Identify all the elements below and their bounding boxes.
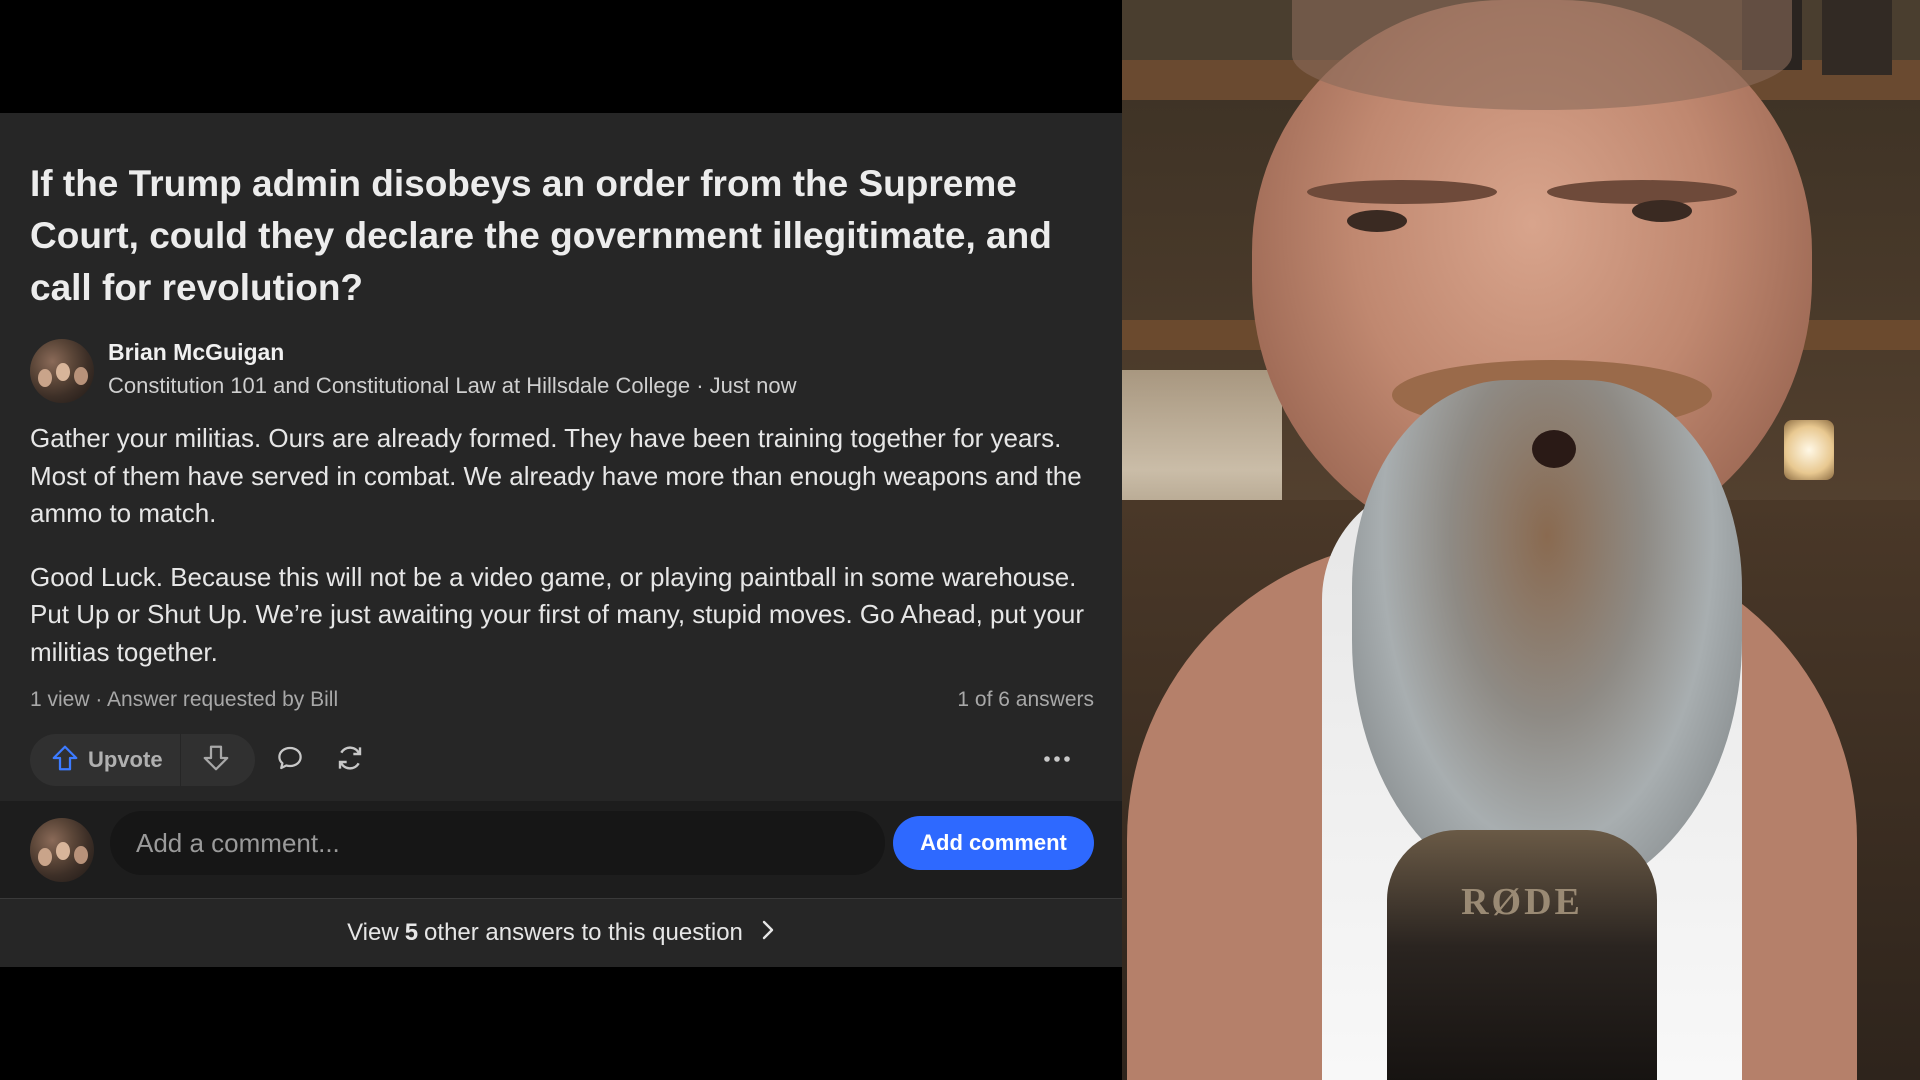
view-others-suffix: other answers to this question [424, 919, 743, 946]
person-brow [1307, 180, 1497, 204]
microphone-brand: RØDE [1461, 881, 1583, 923]
wall-lamp [1784, 420, 1834, 480]
action-bar: Upvote [30, 734, 1095, 786]
author-name[interactable]: Brian McGuigan [108, 339, 284, 366]
person-eye [1632, 200, 1692, 222]
person-eye [1347, 210, 1407, 232]
upvote-label: Upvote [88, 747, 163, 772]
upvote-button[interactable]: Upvote [30, 734, 180, 786]
answer-paragraph: Gather your militias. Ours are already f… [30, 423, 1082, 528]
comment-button[interactable] [272, 742, 308, 778]
view-other-answers-link[interactable]: View 5 other answers to this question [0, 898, 1122, 967]
downvote-arrow-icon [201, 743, 231, 778]
microphone [1387, 830, 1657, 1080]
author-credential: Constitution 101 and Constitutional Law … [108, 373, 797, 398]
share-button[interactable] [332, 742, 368, 778]
comment-bubble-icon [275, 743, 305, 778]
question-title[interactable]: If the Trump admin disobeys an order fro… [30, 158, 1090, 314]
answer-card: If the Trump admin disobeys an order fro… [0, 113, 1122, 967]
answer-meta: 1 view · Answer requested by Bill [30, 688, 339, 711]
person-mouth [1532, 430, 1576, 468]
author-row: Brian McGuigan Constitution 101 and Cons… [30, 339, 1090, 405]
view-others-count: 5 [404, 919, 419, 946]
vote-pill: Upvote [30, 734, 255, 786]
answer-body: Gather your militias. Ours are already f… [30, 420, 1095, 697]
more-dots-icon [1042, 751, 1072, 769]
person-brow [1547, 180, 1737, 204]
webcam-video: RØDE [1122, 0, 1920, 1080]
more-options-button[interactable] [1037, 742, 1077, 778]
author-avatar[interactable] [30, 339, 94, 403]
add-comment-button[interactable]: Add comment [893, 816, 1094, 870]
comment-area: Add comment [0, 801, 1122, 898]
chevron-right-icon [761, 919, 775, 948]
comment-input[interactable] [110, 811, 885, 875]
answer-paragraph: Good Luck. Because this will not be a vi… [30, 561, 1084, 667]
answer-position: 1 of 6 answers [957, 688, 1094, 711]
share-refresh-icon [334, 742, 366, 779]
downvote-button[interactable] [181, 734, 251, 786]
picture-frame [1822, 0, 1892, 75]
commenter-avatar [30, 818, 94, 882]
view-others-prefix: View [347, 919, 399, 946]
person-hairline [1292, 0, 1792, 110]
upvote-arrow-icon [50, 743, 80, 778]
